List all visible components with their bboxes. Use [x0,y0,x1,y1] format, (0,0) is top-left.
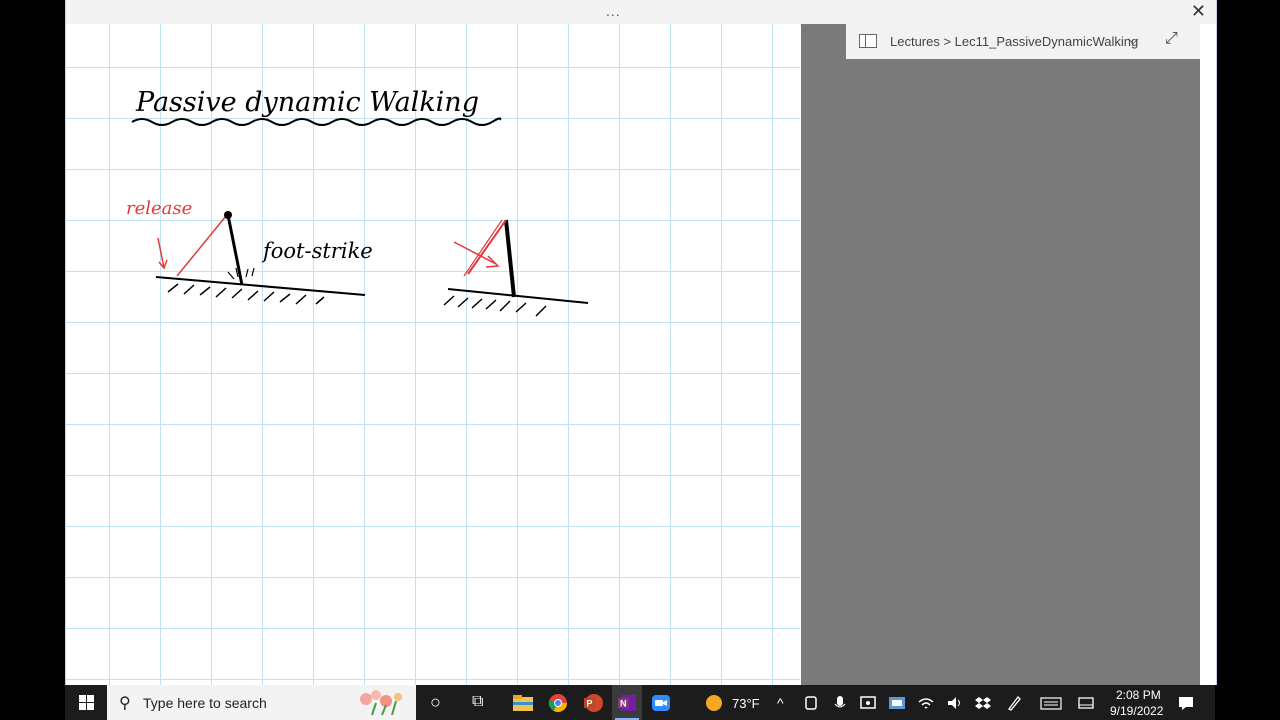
chevron-up-icon[interactable]: ^ [777,695,784,711]
snip-tool-icon[interactable] [859,693,877,713]
powerpoint-icon[interactable]: P [582,693,604,713]
desktop-icon[interactable] [1078,693,1094,713]
ground-line-left [155,276,366,296]
chrome-icon[interactable] [547,693,569,713]
notebook-pages-icon[interactable] [859,34,877,48]
windows-taskbar: ⚲ Type here to search ○ ⧉ P N 73°F ^ 2:0… [65,685,1215,720]
more-dots-icon[interactable]: ... [606,3,621,19]
meet-now-icon[interactable] [804,693,818,713]
task-view-icon[interactable]: ⧉ [472,693,483,711]
ground-hatch-left [167,283,325,305]
flower-decoration-icon [360,690,402,716]
swing-leg-right-2 [463,219,503,277]
hip-point [224,211,232,219]
svg-text:N: N [620,699,627,709]
title-bar[interactable]: ... ✕ [66,0,1216,25]
file-explorer-icon[interactable] [512,693,534,713]
touch-keyboard-icon[interactable] [1040,693,1062,713]
note-title: Passive dynamic Walking [135,87,479,118]
ground-hatch-right [443,295,547,317]
chevron-down-icon[interactable]: ⌵ [1128,31,1139,48]
dropbox-icon[interactable] [974,693,992,713]
release-label: release [126,198,192,219]
wifi-icon[interactable] [917,693,935,713]
search-icon: ⚲ [119,695,131,712]
stance-leg-right [504,219,516,298]
swing-leg-line [176,215,227,277]
speaker-icon[interactable] [946,693,964,713]
weather-sun-icon[interactable] [705,693,723,713]
taskbar-search-box[interactable]: ⚲ Type here to search [107,685,416,720]
notifications-icon[interactable] [1177,693,1195,713]
handwriting-layer: Passive dynamic Walking release foot-str… [126,87,589,317]
breadcrumb[interactable]: Lectures > Lec11_PassiveDynamicWalking [890,34,1138,49]
clock-time[interactable]: 2:08 PM [1116,688,1161,702]
onenote-icon: N [618,695,636,711]
tray-app-icon[interactable] [887,693,907,713]
note-canvas[interactable]: Passive dynamic Walking release foot-str… [66,24,800,685]
footstrike-label: foot-strike [261,239,373,263]
close-button[interactable]: ✕ [1191,1,1206,22]
zoom-icon[interactable] [650,693,672,713]
side-panel: Lectures > Lec11_PassiveDynamicWalking ⌵… [801,24,1200,685]
cortana-icon[interactable]: ○ [430,692,441,713]
onenote-window: ... ✕ Passive dynamic Walking release fo… [65,0,1217,685]
windows-start-icon[interactable] [79,695,94,710]
swing-leg-right [467,219,507,275]
scroll-gutter [1200,24,1216,685]
onenote-taskbar-button[interactable]: N [612,685,642,720]
notebook-navigation-bar: Lectures > Lec11_PassiveDynamicWalking ⌵… [846,24,1200,59]
microphone-icon[interactable] [833,693,847,713]
search-placeholder: Type here to search [143,695,267,711]
title-underline-squiggle [131,117,502,126]
ground-line-right [447,288,589,304]
expand-icon[interactable]: ⤢ [1165,30,1178,48]
clock-date[interactable]: 9/19/2022 [1110,704,1163,718]
pen-icon[interactable] [1006,693,1022,713]
weather-temperature[interactable]: 73°F [732,696,760,711]
svg-text:P: P [587,699,593,709]
